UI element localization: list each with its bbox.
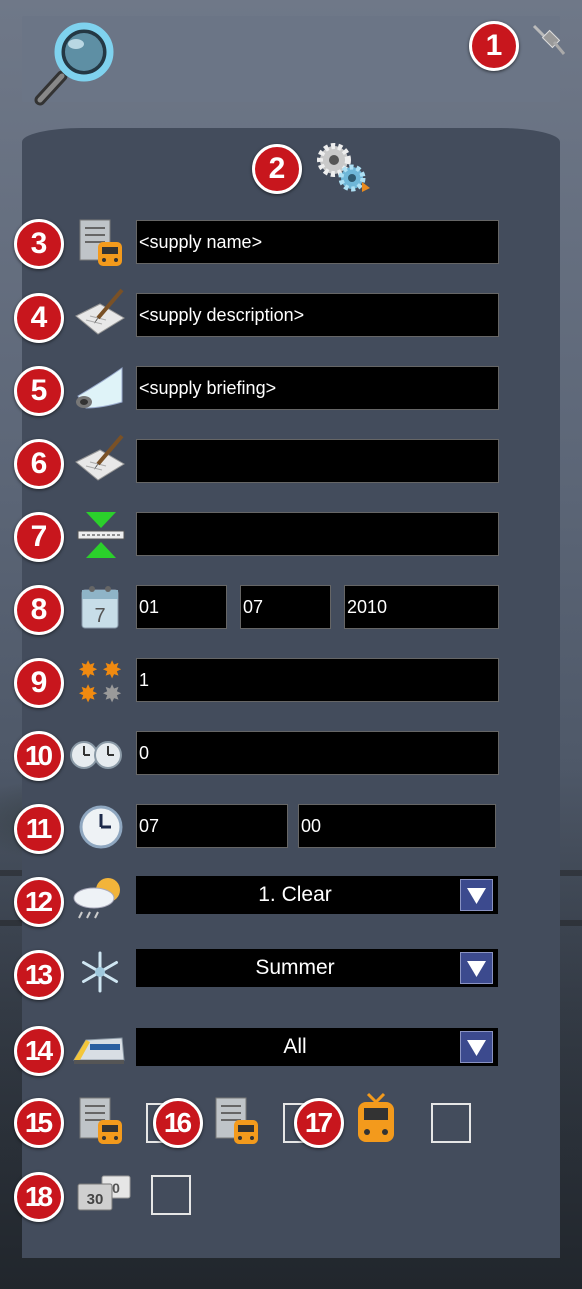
chevron-down-icon [467,888,486,904]
date-day-field[interactable]: 01 [136,585,227,629]
track-gauge-icon [77,512,125,558]
calendar-icon: 7 [81,586,119,629]
callout-badge-5: 5 [14,366,64,416]
callout-badge-17: 17 [294,1098,344,1148]
speed-sign-icon: 0 30 [77,1175,131,1211]
duration-field[interactable]: 0 [136,731,499,775]
callout-badge-18: 18 [14,1172,64,1222]
pin-icon[interactable] [528,20,568,60]
train-document-icon [79,1097,122,1144]
route-field[interactable] [136,512,499,556]
weather-dropdown-arrow[interactable] [460,879,493,911]
callout-badge-15: 15 [14,1098,64,1148]
notes-field[interactable] [136,439,499,483]
orange-train-icon [358,1092,394,1142]
callout-badge-3: 3 [14,219,64,269]
svg-text:7: 7 [94,605,105,627]
search-icon[interactable] [26,18,126,108]
train-icon [73,1037,125,1064]
supply-briefing-field[interactable]: <supply briefing> [136,366,499,410]
chevron-down-icon [467,1040,486,1056]
pen-paper-icon [75,288,125,335]
train-filter-dropdown-arrow[interactable] [460,1031,493,1063]
train-document-icon [215,1097,258,1144]
date-year-field[interactable]: 2010 [344,585,499,629]
svg-text:✸: ✸ [102,680,122,706]
pen-paper-icon [75,434,125,481]
train-document-icon [79,219,122,266]
scroll-icon [76,367,123,409]
option-18-checkbox[interactable] [151,1175,191,1215]
gears-icon[interactable] [312,138,374,196]
stars-icon: ✸ ✸ ✸ ✸ [78,656,122,706]
svg-text:30: 30 [87,1191,104,1208]
weather-icon [73,878,120,919]
callout-badge-10: 10 [14,731,64,781]
train-filter-dropdown-value: All [283,1035,307,1058]
callout-badge-16: 16 [153,1098,203,1148]
callout-badge-14: 14 [14,1026,64,1076]
season-dropdown-value: Summer [255,956,335,979]
weather-dropdown-value: 1. Clear [258,883,332,906]
date-month-field[interactable]: 07 [240,585,331,629]
callout-badge-4: 4 [14,293,64,343]
clocks-icon [70,741,122,769]
callout-badge-2: 2 [252,144,302,194]
snowflake-icon [82,951,118,993]
supply-name-field[interactable]: <supply name> [136,220,499,264]
callout-badge-6: 6 [14,439,64,489]
start-minute-field[interactable]: 00 [298,804,496,848]
season-dropdown-arrow[interactable] [460,952,493,984]
svg-text:✸: ✸ [78,680,98,706]
callout-badge-9: 9 [14,658,64,708]
callout-badge-13: 13 [14,950,64,1000]
callout-badge-11: 11 [14,804,64,854]
difficulty-field[interactable]: 1 [136,658,499,702]
option-17-checkbox[interactable] [431,1103,471,1143]
callout-badge-8: 8 [14,585,64,635]
callout-badge-12: 12 [14,877,64,927]
callout-badge-1: 1 [469,21,519,71]
supply-description-field[interactable]: <supply description> [136,293,499,337]
chevron-down-icon [467,961,486,977]
train-filter-dropdown[interactable]: All [136,1028,498,1066]
callout-badge-7: 7 [14,512,64,562]
start-hour-field[interactable]: 07 [136,804,288,848]
weather-dropdown[interactable]: 1. Clear [136,876,498,914]
clock-icon [79,805,123,849]
svg-text:0: 0 [112,1180,120,1196]
season-dropdown[interactable]: Summer [136,949,498,987]
